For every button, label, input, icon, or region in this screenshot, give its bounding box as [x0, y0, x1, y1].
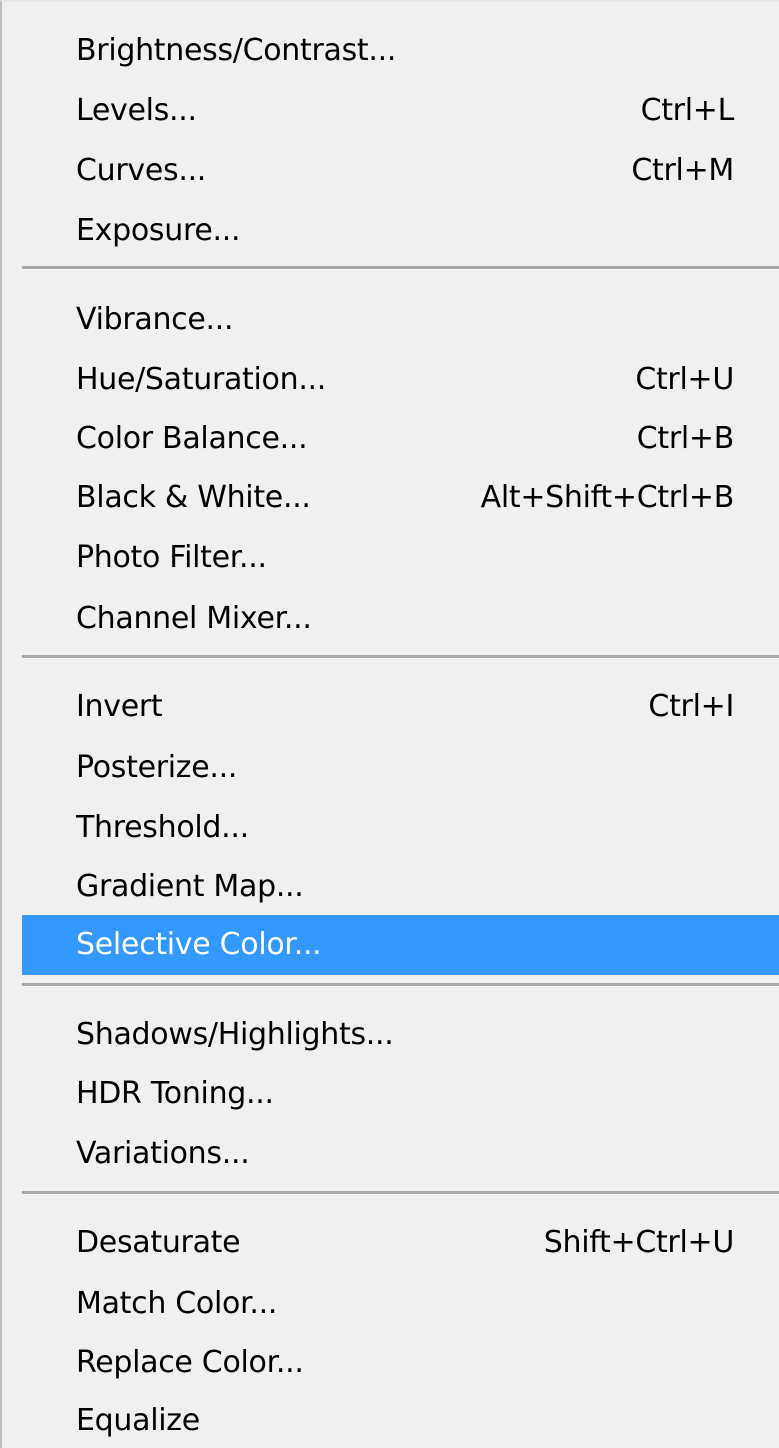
menu-item-channel-mixer[interactable]: Channel Mixer... — [22, 589, 779, 649]
menu-item-label: Replace Color... — [76, 1345, 304, 1380]
menu-separator — [22, 655, 779, 659]
menu-item-hue-saturation[interactable]: Hue/Saturation... Ctrl+U — [22, 350, 779, 410]
menu-item-shortcut: Ctrl+U — [635, 362, 734, 397]
menu-item-label: Levels... — [76, 93, 197, 128]
menu-item-label: Gradient Map... — [76, 869, 304, 904]
menu-item-shortcut: Ctrl+M — [631, 153, 734, 188]
menu-item-label: Vibrance... — [76, 302, 234, 337]
menu-item-label: Black & White... — [76, 480, 311, 515]
menu-item-label: Curves... — [76, 153, 207, 188]
menu-item-shortcut: Ctrl+B — [636, 421, 735, 456]
menu-item-label: Equalize — [76, 1403, 200, 1438]
menu-item-label: Color Balance... — [76, 421, 308, 456]
menu-item-label: Shadows/Highlights... — [76, 1017, 394, 1052]
menu-item-shortcut: Ctrl+L — [640, 93, 735, 128]
menu-item-exposure[interactable]: Exposure... — [22, 201, 779, 261]
menu-item-posterize[interactable]: Posterize... — [22, 738, 779, 798]
menu-item-desaturate[interactable]: Desaturate Shift+Ctrl+U — [22, 1213, 779, 1273]
menu-item-shortcut: Shift+Ctrl+U — [543, 1225, 735, 1260]
menu-separator — [22, 983, 779, 987]
menu-item-variations[interactable]: Variations... — [22, 1124, 779, 1184]
menu-item-selective-color[interactable]: Selective Color... — [22, 915, 779, 975]
menu-item-levels[interactable]: Levels... Ctrl+L — [22, 81, 779, 141]
menu-item-label: Variations... — [76, 1136, 250, 1171]
menu-separator — [22, 266, 779, 270]
menu-item-gradient-map[interactable]: Gradient Map... — [22, 857, 779, 917]
menu-item-label: HDR Toning... — [76, 1076, 274, 1111]
menu-item-shortcut: Ctrl+I — [648, 689, 734, 724]
menu-item-label: Desaturate — [76, 1225, 241, 1260]
menu-item-black-white[interactable]: Black & White... Alt+Shift+Ctrl+B — [22, 468, 779, 528]
menu-item-brightness-contrast[interactable]: Brightness/Contrast... — [22, 21, 779, 81]
menu-item-shadows-highlights[interactable]: Shadows/Highlights... — [22, 1005, 779, 1065]
menu-item-label: Exposure... — [76, 213, 241, 248]
menu-item-threshold[interactable]: Threshold... — [22, 798, 779, 858]
menu-item-hdr-toning[interactable]: HDR Toning... — [22, 1064, 779, 1124]
menu-item-label: Brightness/Contrast... — [76, 33, 397, 68]
adjustments-menu: Brightness/Contrast... Levels... Ctrl+L … — [0, 0, 779, 1448]
menu-item-equalize[interactable]: Equalize — [22, 1391, 779, 1448]
menu-item-replace-color[interactable]: Replace Color... — [22, 1333, 779, 1393]
menu-item-curves[interactable]: Curves... Ctrl+M — [22, 141, 779, 201]
menu-item-shortcut: Alt+Shift+Ctrl+B — [480, 480, 735, 515]
menu-item-label: Photo Filter... — [76, 540, 267, 575]
menu-item-vibrance[interactable]: Vibrance... — [22, 290, 779, 350]
menu-item-label: Channel Mixer... — [76, 601, 312, 636]
menu-item-label: Threshold... — [76, 810, 249, 845]
menu-item-label: Invert — [76, 689, 163, 724]
menu-item-color-balance[interactable]: Color Balance... Ctrl+B — [22, 409, 779, 469]
menu-item-label: Hue/Saturation... — [76, 362, 327, 397]
menu-item-label: Match Color... — [76, 1286, 278, 1321]
menu-item-label: Posterize... — [76, 750, 238, 785]
menu-item-match-color[interactable]: Match Color... — [22, 1274, 779, 1334]
menu-separator — [22, 1191, 779, 1195]
menu-item-photo-filter[interactable]: Photo Filter... — [22, 528, 779, 588]
menu-item-invert[interactable]: Invert Ctrl+I — [22, 677, 779, 737]
menu-item-label: Selective Color... — [76, 927, 322, 962]
